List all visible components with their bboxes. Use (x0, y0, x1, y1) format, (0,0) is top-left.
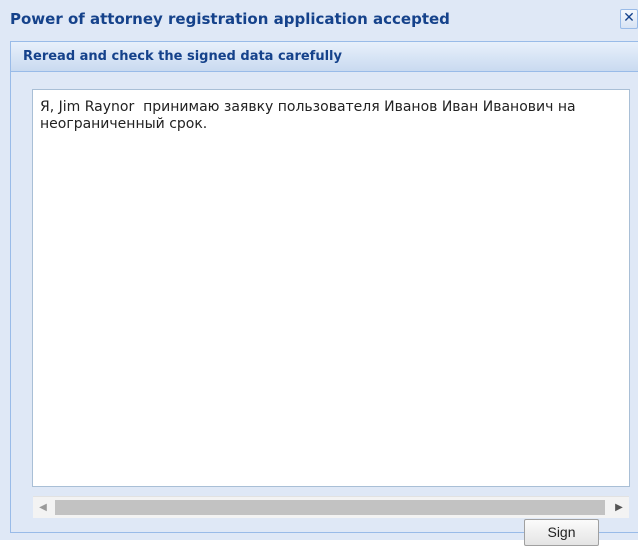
dialog-window: Power of attorney registration applicati… (0, 0, 638, 546)
horizontal-scrollbar[interactable]: ◀ ▶ (33, 496, 629, 518)
signed-data-textarea[interactable]: Я, Jim Raynor принимаю заявку пользовате… (32, 89, 630, 518)
window-title: Power of attorney registration applicati… (10, 10, 450, 28)
panel-title: Reread and check the signed data careful… (23, 49, 342, 64)
scroll-right-icon[interactable]: ▶ (609, 497, 629, 518)
signed-data-panel: Reread and check the signed data careful… (10, 41, 638, 546)
close-button[interactable]: ✕ (620, 9, 638, 29)
scroll-thumb[interactable] (55, 500, 605, 515)
signed-data-text: Я, Jim Raynor принимаю заявку пользовате… (40, 99, 581, 132)
scroll-left-icon[interactable]: ◀ (33, 497, 53, 518)
sign-button[interactable]: Sign (524, 519, 599, 546)
close-icon: ✕ (623, 10, 635, 26)
panel-header: Reread and check the signed data careful… (11, 42, 638, 72)
title-bar[interactable]: Power of attorney registration applicati… (0, 0, 638, 40)
